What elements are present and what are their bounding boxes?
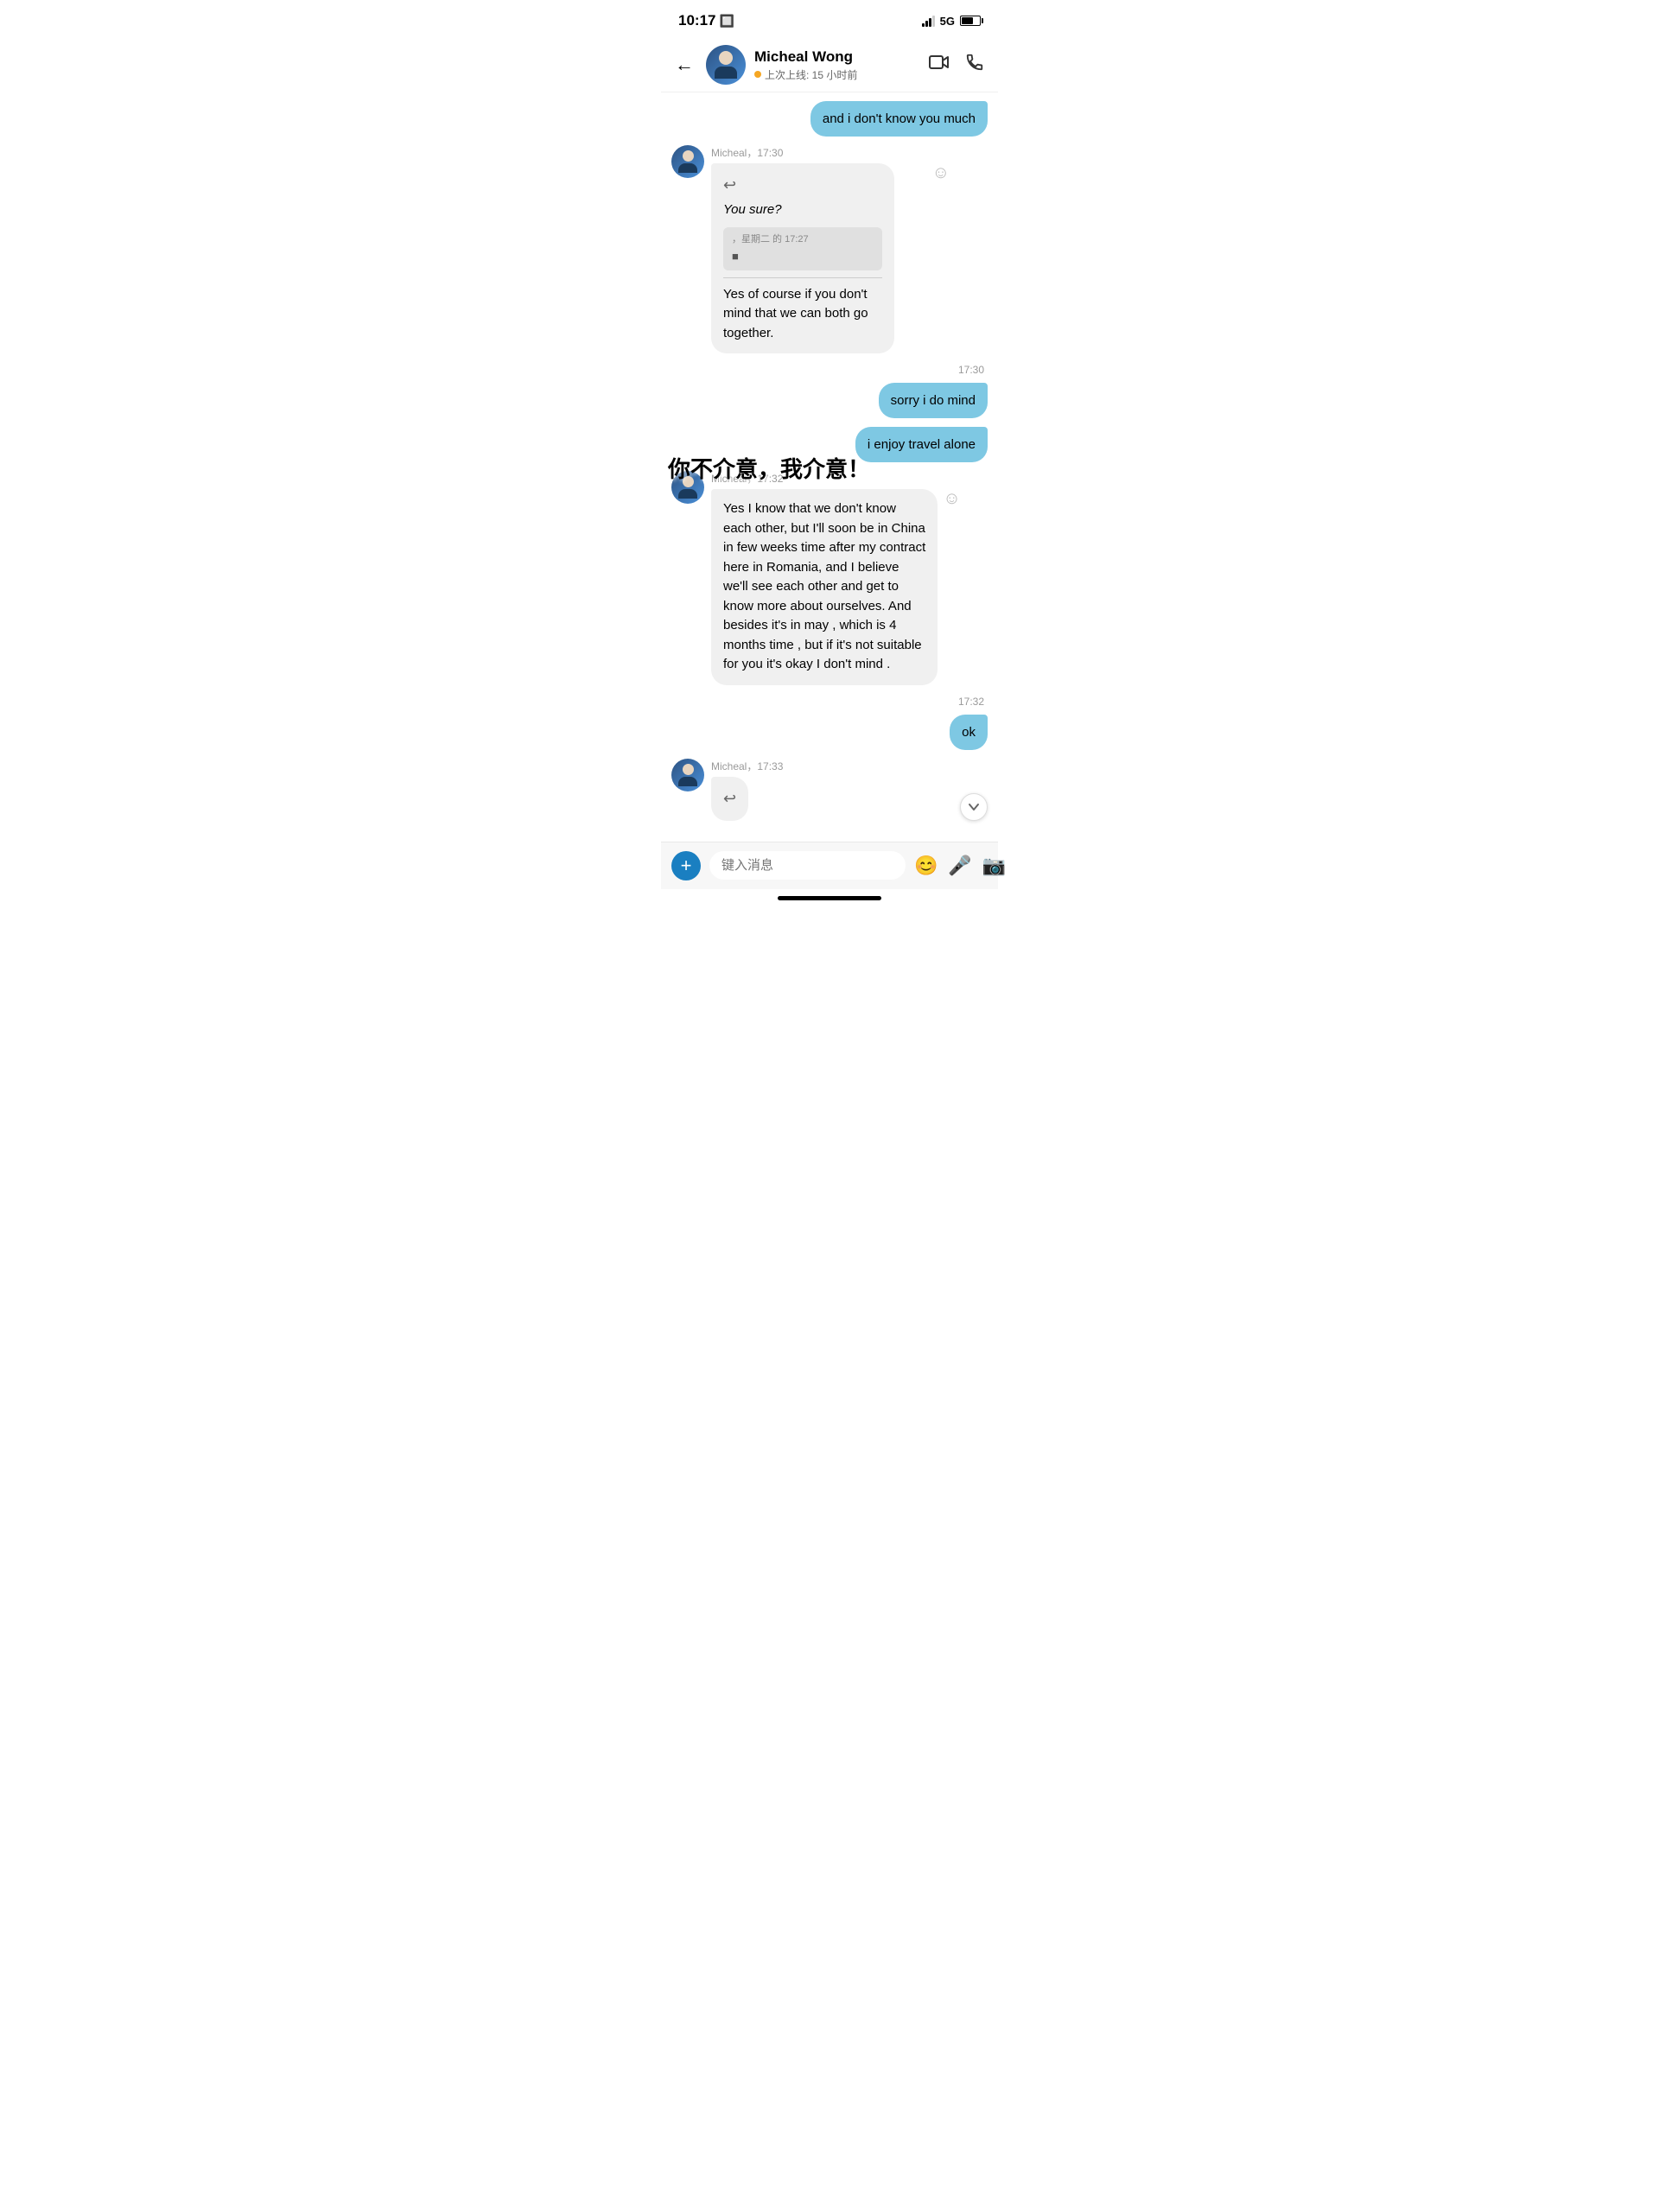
bubble-sent-2a: sorry i do mind: [879, 383, 988, 418]
bubble-received-1: ↩ You sure? ，星期二 的 17:27 ■ Yes of course…: [711, 163, 894, 353]
quote-body-text: You sure?: [723, 200, 882, 220]
header-icons: [929, 53, 984, 77]
status-icons: 5G: [922, 15, 981, 28]
add-button[interactable]: +: [671, 851, 701, 880]
quote-text-1: ■: [732, 248, 874, 265]
status-time: 10:17 🔲: [678, 12, 734, 29]
mic-icon[interactable]: 🎤: [948, 855, 971, 877]
msg-meta-3: Micheal，17:33: [711, 759, 953, 773]
sent-message-2a: sorry i do mind: [671, 383, 988, 418]
sim-icon: 🔲: [719, 14, 734, 29]
sender-avatar-1: [671, 145, 704, 178]
contact-name: Micheal Wong: [754, 48, 920, 66]
timestamp-1730: 17:30: [671, 364, 988, 376]
input-area: + 😊 🎤 📷: [661, 842, 998, 889]
contact-info: Micheal Wong 上次上线: 15 小时前: [754, 48, 920, 82]
emoji-reaction-1[interactable]: ☺: [932, 163, 950, 183]
emoji-reaction-2[interactable]: ☺: [943, 489, 960, 509]
battery-icon: [960, 16, 981, 26]
timestamp-1732: 17:32: [671, 696, 988, 708]
status-dot: [754, 71, 761, 78]
bubble-received-3: ↩: [711, 777, 748, 821]
quote-meta-1: ，星期二 的 17:27: [732, 232, 874, 247]
received-message-3: Micheal，17:33 ↩: [671, 759, 988, 821]
network-type: 5G: [940, 15, 955, 28]
voice-call-button[interactable]: [965, 53, 984, 77]
msg-meta-2: Micheal，17:32: [711, 471, 988, 486]
sender-avatar-2: [671, 471, 704, 504]
bubble-received-2: Yes I know that we don't know each other…: [711, 489, 938, 685]
reply-icon-3: ↩: [723, 787, 736, 810]
signal-icon: [922, 15, 935, 27]
sent-message-1: and i don't know you much: [671, 101, 988, 137]
emoji-input-icon[interactable]: 😊: [914, 855, 938, 877]
scroll-down-button[interactable]: [960, 793, 988, 821]
video-call-button[interactable]: [929, 54, 950, 76]
bubble-sent-1: and i don't know you much: [810, 101, 988, 137]
contact-status: 上次上线: 15 小时前: [754, 67, 920, 82]
messages-area: 你不介意，我介意！ and i don't know you much Mich…: [661, 92, 998, 835]
bubble-sent-2b: i enjoy travel alone: [855, 427, 988, 462]
sent-message-2b: i enjoy travel alone: [671, 427, 988, 462]
sender-avatar-3: [671, 759, 704, 791]
bubble-sent-ok: ok: [950, 715, 988, 750]
camera-icon[interactable]: 📷: [982, 855, 1006, 877]
chat-header: ← Micheal Wong 上次上线: 15 小时前: [661, 38, 998, 92]
message-input[interactable]: [709, 851, 906, 880]
received-main-text-1: Yes of course if you don't mind that we …: [723, 285, 882, 344]
home-indicator: [778, 896, 881, 900]
sent-message-ok: ok: [671, 715, 988, 750]
avatar-image: [706, 45, 746, 85]
status-bar: 10:17 🔲 5G: [661, 0, 998, 38]
quote-block-1: ，星期二 的 17:27 ■: [723, 227, 882, 270]
received-message-2: Micheal，17:32 Yes I know that we don't k…: [671, 471, 988, 685]
input-icons: 😊 🎤 📷: [914, 855, 1006, 877]
reply-icon-1: ↩: [723, 174, 882, 197]
back-button[interactable]: ←: [675, 54, 694, 76]
received-message-1: Micheal，17:30 ↩ You sure? ，星期二 的 17:27 ■…: [671, 145, 988, 353]
msg-meta-1: Micheal，17:30: [711, 145, 988, 160]
contact-avatar: [706, 45, 746, 85]
